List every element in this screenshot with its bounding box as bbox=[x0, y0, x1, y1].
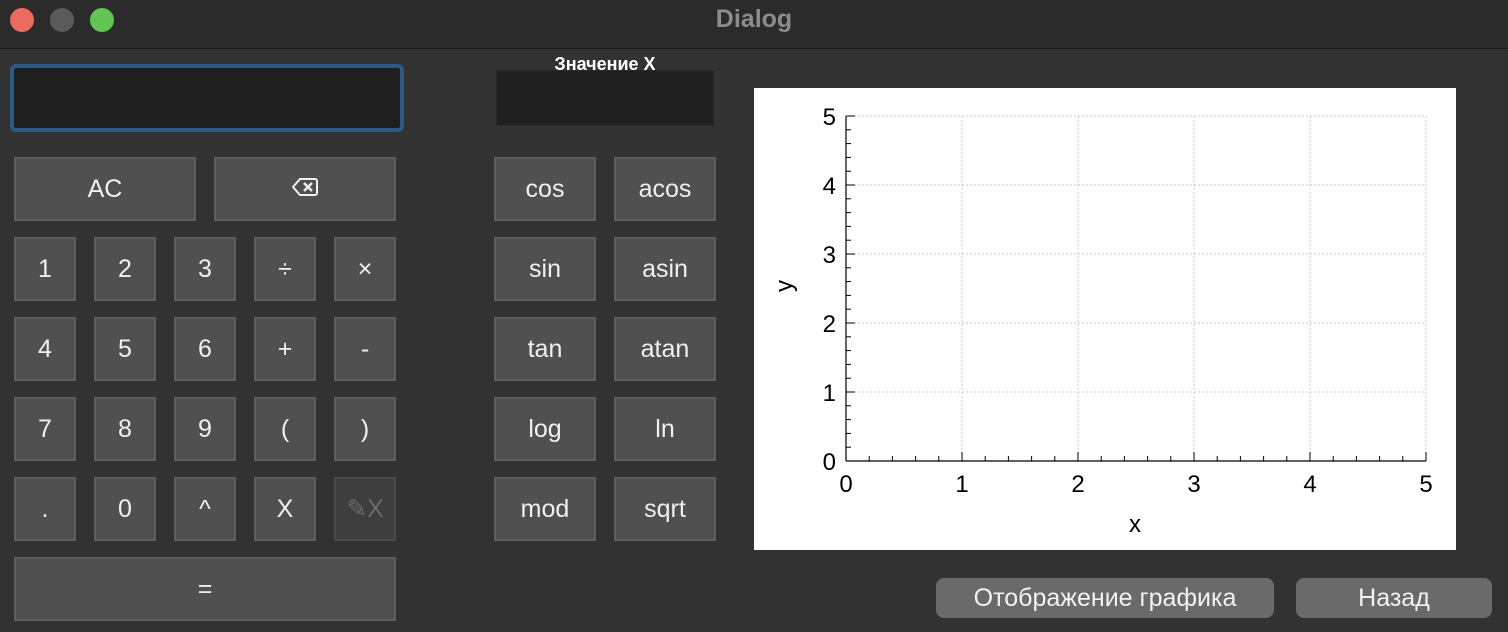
log-button[interactable]: log bbox=[494, 397, 596, 461]
minus-button[interactable]: - bbox=[334, 317, 396, 381]
back-button[interactable]: Назад bbox=[1296, 578, 1492, 618]
title-bar: Dialog bbox=[0, 0, 1508, 49]
multiply-button[interactable]: × bbox=[334, 237, 396, 301]
y-tick-label: 2 bbox=[823, 311, 836, 338]
plot-grid bbox=[846, 115, 1427, 461]
cos-button[interactable]: cos bbox=[494, 157, 596, 221]
plot-axes bbox=[845, 116, 1426, 462]
digit-9-button[interactable]: 9 bbox=[174, 397, 236, 461]
decimal-point-button[interactable]: . bbox=[14, 477, 76, 541]
digit-3-button[interactable]: 3 bbox=[174, 237, 236, 301]
digit-1-button[interactable]: 1 bbox=[14, 237, 76, 301]
digit-2-button[interactable]: 2 bbox=[94, 237, 156, 301]
expression-input[interactable] bbox=[10, 64, 404, 132]
digit-6-button[interactable]: 6 bbox=[174, 317, 236, 381]
x-axis-label: x bbox=[1129, 511, 1141, 538]
atan-button[interactable]: atan bbox=[614, 317, 716, 381]
asin-button[interactable]: asin bbox=[614, 237, 716, 301]
power-button[interactable]: ^ bbox=[174, 477, 236, 541]
backspace-icon bbox=[291, 175, 318, 204]
y-tick-label: 5 bbox=[823, 104, 836, 131]
left-paren-button[interactable]: ( bbox=[254, 397, 316, 461]
divide-button[interactable]: ÷ bbox=[254, 237, 316, 301]
x-tick-label: 1 bbox=[955, 471, 968, 498]
y-tick-label: 3 bbox=[823, 242, 836, 269]
equals-button[interactable]: = bbox=[14, 557, 396, 621]
window-title: Dialog bbox=[715, 5, 793, 33]
digit-0-button[interactable]: 0 bbox=[94, 477, 156, 541]
plus-button[interactable]: + bbox=[254, 317, 316, 381]
y-axis-label: y bbox=[771, 280, 798, 292]
digit-4-button[interactable]: 4 bbox=[14, 317, 76, 381]
x-tick-label: 4 bbox=[1303, 471, 1316, 498]
sin-button[interactable]: sin bbox=[494, 237, 596, 301]
graph-plot: 0 1 2 3 4 5 0 1 2 3 4 5 x y bbox=[754, 88, 1456, 550]
backspace-button[interactable] bbox=[214, 157, 396, 221]
digit-7-button[interactable]: 7 bbox=[14, 397, 76, 461]
digit-8-button[interactable]: 8 bbox=[94, 397, 156, 461]
plot-minor-ticks bbox=[845, 115, 1427, 462]
show-graph-button[interactable]: Отображение графика bbox=[936, 578, 1274, 618]
edit-x-button[interactable]: ✎X bbox=[334, 477, 396, 541]
x-value-input[interactable] bbox=[496, 70, 714, 126]
graph-svg: 0 1 2 3 4 5 0 1 2 3 4 5 x y bbox=[771, 104, 1433, 538]
right-paren-button[interactable]: ) bbox=[334, 397, 396, 461]
plot-tick-labels: 0 1 2 3 4 5 0 1 2 3 4 5 bbox=[823, 104, 1433, 498]
tan-button[interactable]: tan bbox=[494, 317, 596, 381]
mod-button[interactable]: mod bbox=[494, 477, 596, 541]
insert-x-button[interactable]: X bbox=[254, 477, 316, 541]
x-tick-label: 3 bbox=[1187, 471, 1200, 498]
x-tick-label: 0 bbox=[839, 471, 852, 498]
x-tick-label: 5 bbox=[1419, 471, 1432, 498]
sqrt-button[interactable]: sqrt bbox=[614, 477, 716, 541]
y-tick-label: 0 bbox=[823, 449, 836, 476]
acos-button[interactable]: acos bbox=[614, 157, 716, 221]
all-clear-button[interactable]: AC bbox=[14, 157, 196, 221]
ln-button[interactable]: ln bbox=[614, 397, 716, 461]
y-tick-label: 4 bbox=[823, 173, 836, 200]
x-tick-label: 2 bbox=[1071, 471, 1084, 498]
y-tick-label: 1 bbox=[823, 380, 836, 407]
digit-5-button[interactable]: 5 bbox=[94, 317, 156, 381]
